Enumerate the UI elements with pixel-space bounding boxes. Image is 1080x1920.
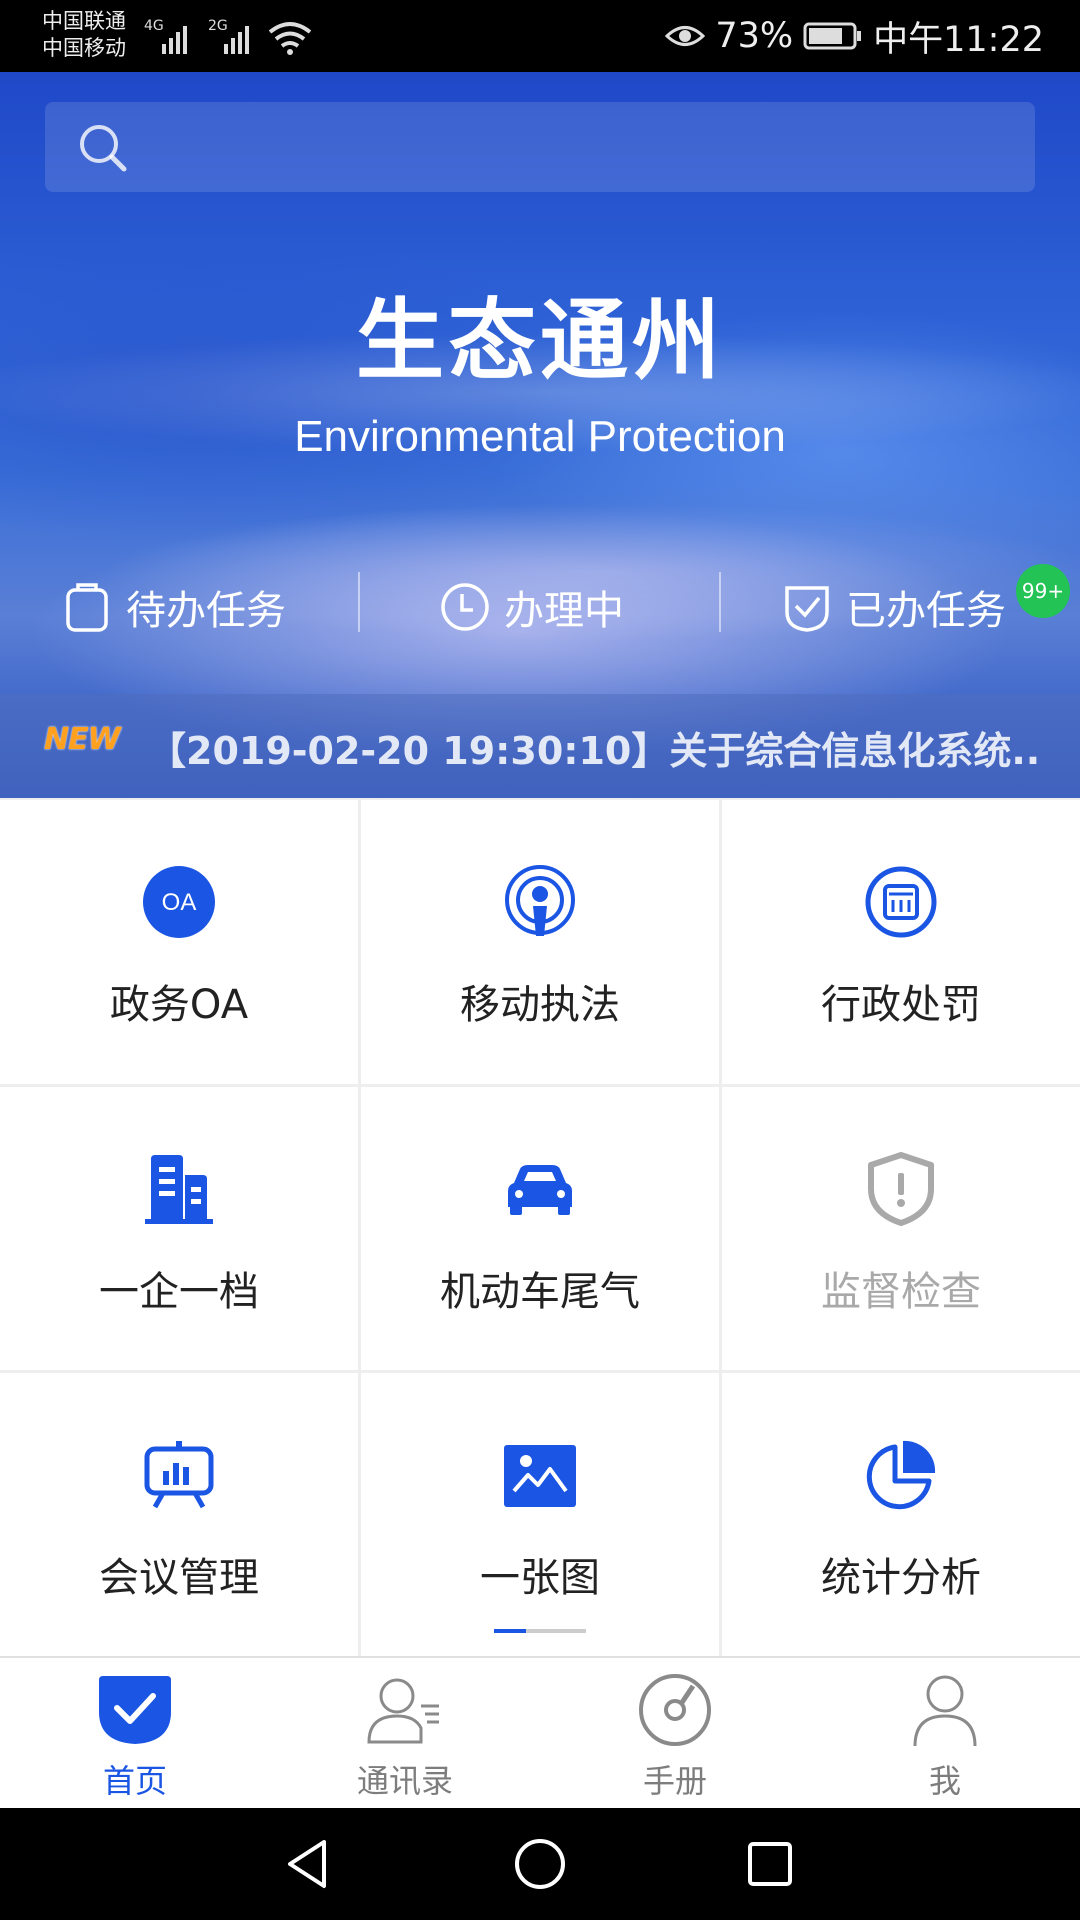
nav-contacts[interactable]: 通讯录	[270, 1658, 540, 1810]
module-supervision-check[interactable]: 监督检查	[722, 1087, 1080, 1370]
divider	[719, 572, 721, 632]
status-right: 73% 中午11:22	[665, 12, 1044, 60]
carrier-1: 中国联通	[42, 9, 126, 33]
task-done-label: 已办任务	[846, 588, 1006, 634]
module-label: 监督检查	[821, 1269, 981, 1315]
clock-icon	[441, 583, 489, 631]
module-label: 机动车尾气	[440, 1269, 640, 1315]
task-pending[interactable]: 待办任务	[62, 562, 286, 652]
page-indicator	[494, 1629, 586, 1633]
nav-manual[interactable]: 手册	[540, 1658, 810, 1810]
divider	[358, 572, 360, 632]
shield-alert-icon	[868, 1152, 934, 1226]
nav-label: 手册	[642, 1762, 707, 1800]
network-type-1: 4G	[144, 18, 164, 34]
module-one-map[interactable]: 一张图	[361, 1373, 719, 1656]
module-vehicle-exhaust[interactable]: 机动车尾气	[361, 1087, 719, 1370]
task-pending-label: 待办任务	[126, 588, 286, 634]
carrier-info: 中国联通 中国移动	[42, 8, 126, 62]
task-in-progress[interactable]: 办理中	[440, 562, 624, 652]
app-subtitle: Environmental Protection	[294, 412, 786, 461]
image-icon	[504, 1445, 576, 1507]
home-check-icon	[99, 1676, 171, 1744]
task-in-progress-label: 办理中	[504, 588, 624, 634]
module-enterprise-file[interactable]: 一企一档	[0, 1087, 358, 1370]
bottom-nav: 首页 通讯录 手册 我	[0, 1656, 1080, 1808]
module-label: 统计分析	[821, 1555, 981, 1601]
home-icon[interactable]	[512, 1836, 568, 1892]
nav-label: 通讯录	[356, 1762, 453, 1800]
check-shield-icon	[785, 586, 829, 632]
new-tag: NEW	[44, 722, 121, 757]
nav-home[interactable]: 首页	[0, 1658, 270, 1810]
nav-label: 我	[928, 1762, 961, 1800]
module-statistics[interactable]: 统计分析	[722, 1373, 1080, 1656]
oa-icon: OA	[143, 866, 215, 938]
clipboard-icon	[66, 583, 108, 632]
carrier-2: 中国移动	[42, 36, 126, 60]
module-label: 一张图	[480, 1555, 600, 1601]
battery-icon	[803, 22, 862, 50]
contacts-icon	[367, 1678, 439, 1744]
person-icon	[913, 1675, 977, 1747]
news-ticker[interactable]: NEW 【2019-02-20 19:30:10】关于综合信息化系统..	[0, 694, 1080, 798]
search-bar[interactable]	[45, 102, 1035, 192]
module-grid: OA 政务OA 移动执法 行政处罚 一企一档 机动车尾气 监督检查 会议管理 一…	[0, 798, 1080, 1656]
signal-icons: 4G 2G	[144, 18, 312, 55]
eye-icon	[665, 26, 706, 46]
nav-label: 首页	[102, 1762, 167, 1800]
task-done[interactable]: 已办任务	[782, 562, 1006, 652]
task-summary: 待办任务 办理中 已办任务	[0, 562, 1080, 652]
module-label: 政务OA	[109, 982, 249, 1028]
system-nav-bar	[0, 1808, 1080, 1920]
module-meeting[interactable]: 会议管理	[0, 1373, 358, 1656]
back-icon[interactable]	[280, 1836, 336, 1892]
penalty-icon	[865, 866, 937, 938]
module-admin-penalty[interactable]: 行政处罚	[722, 800, 1080, 1084]
battery-percent: 73%	[715, 16, 794, 56]
module-mobile-enforcement[interactable]: 移动执法	[361, 800, 719, 1084]
done-count-badge: 99+	[1016, 564, 1070, 618]
app-title: 生态通州	[355, 289, 724, 392]
module-label: 会议管理	[99, 1555, 259, 1601]
presentation-icon	[144, 1441, 214, 1509]
building-icon	[145, 1155, 213, 1224]
status-bar: 中国联通 中国移动 4G 2G 73% 中午11:22	[0, 0, 1080, 72]
page-indicator-active	[494, 1629, 526, 1633]
recents-icon[interactable]	[742, 1836, 798, 1892]
search-input[interactable]	[155, 102, 1015, 192]
search-icon	[80, 125, 127, 172]
news-text: 【2019-02-20 19:30:10】关于综合信息化系统..	[148, 729, 1041, 773]
car-icon	[508, 1165, 572, 1215]
screen: 中国联通 中国移动 4G 2G 73% 中午11:22 生态通州 Environ…	[0, 0, 1080, 1920]
compass-icon	[639, 1674, 711, 1746]
module-oa[interactable]: OA 政务OA	[0, 800, 358, 1084]
module-label: 行政处罚	[821, 982, 981, 1028]
nav-me[interactable]: 我	[810, 1658, 1080, 1810]
module-label: 一企一档	[99, 1269, 259, 1315]
svg-text:OA: OA	[162, 889, 197, 916]
podcast-icon	[505, 865, 575, 936]
module-label: 移动执法	[460, 982, 620, 1028]
pie-chart-icon	[866, 1440, 936, 1510]
hero-banner: 生态通州 Environmental Protection 待办任务 办理中 已…	[0, 72, 1080, 798]
clock: 中午11:22	[873, 19, 1044, 60]
network-type-2: 2G	[208, 18, 228, 34]
